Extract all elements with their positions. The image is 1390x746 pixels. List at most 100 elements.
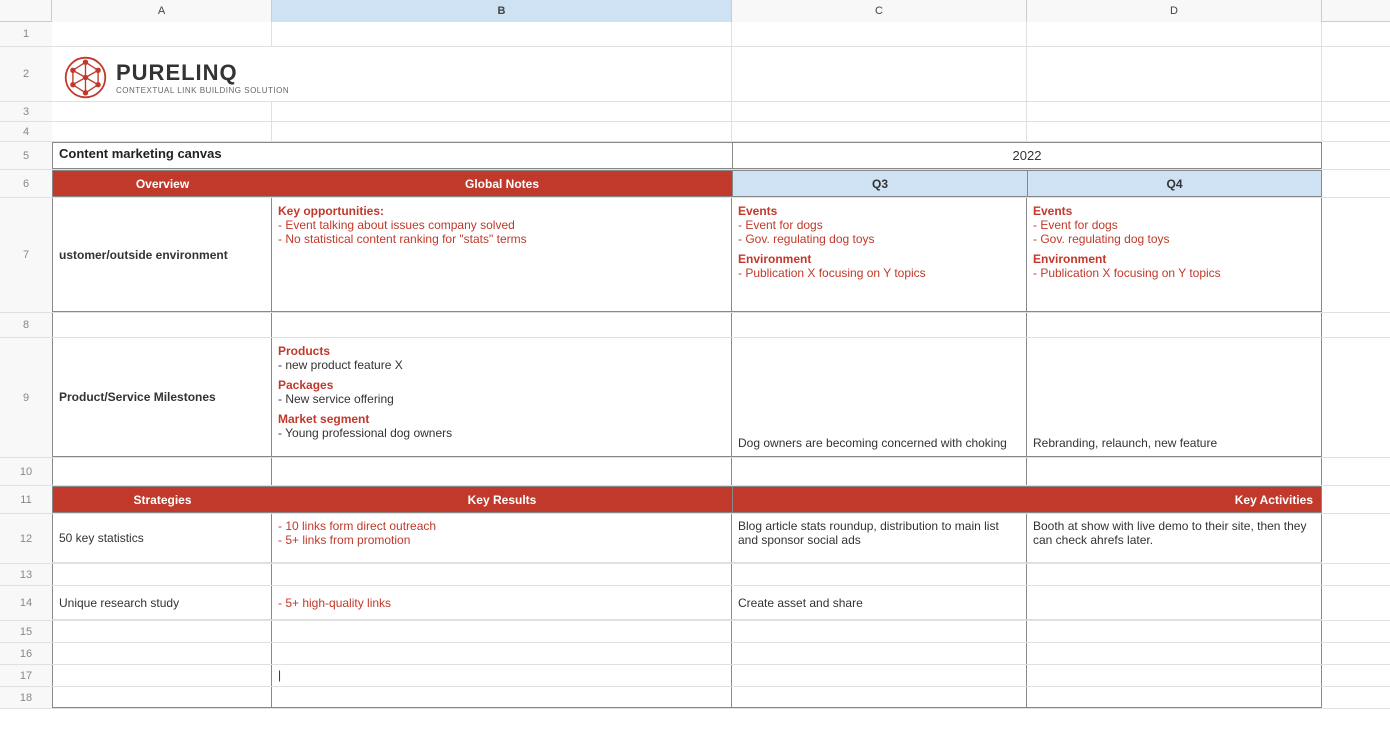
cell-16b: [272, 643, 732, 664]
row-num-17: 17: [0, 665, 52, 687]
q3-event2: - Gov. regulating dog toys: [738, 232, 1020, 246]
header-q4: Q4: [1027, 170, 1322, 197]
cell-8d: [1027, 313, 1322, 337]
cursor-indicator: |: [278, 668, 281, 682]
cell-14d: [1027, 586, 1322, 620]
row-num-14: 14: [0, 586, 52, 621]
row-14: Unique research study - 5+ high-quality …: [52, 586, 1390, 621]
cell-9a: Product/Service Milestones: [52, 338, 272, 457]
row-7: ustomer/outside environment Key opportun…: [52, 198, 1390, 313]
cell-7b[interactable]: Key opportunities: - Event talking about…: [272, 198, 732, 312]
header-overview: Overview: [52, 170, 272, 197]
cell-1a: [52, 22, 272, 46]
row-numbers: 1 2 3 4 5 6 7 8 9 10 11 12 13 14 15 16 1…: [0, 22, 52, 709]
cell-18c: [732, 687, 1027, 708]
cell-9d: Rebranding, relaunch, new feature: [1027, 338, 1322, 457]
cell-4b: [272, 122, 732, 141]
row-18: [52, 687, 1390, 709]
row-5: Content marketing canvas 2022: [52, 142, 1390, 170]
cell-17b[interactable]: |: [272, 665, 732, 686]
row-9: Product/Service Milestones Products - ne…: [52, 338, 1390, 458]
market-segment-label: Market segment: [278, 412, 725, 426]
cell-3a: [52, 102, 272, 121]
row-num-7: 7: [0, 198, 52, 313]
row-1: [52, 22, 1390, 47]
q3-event1: - Event for dogs: [738, 218, 1020, 232]
cell-10c: [732, 458, 1027, 485]
cell-10a: [52, 458, 272, 485]
products-item1: - new product feature X: [278, 358, 725, 372]
row-15: [52, 621, 1390, 643]
row-10: [52, 458, 1390, 486]
market-segment-item1: - Young professional dog owners: [278, 426, 725, 440]
row-num-15: 15: [0, 621, 52, 643]
q4-events-label: Events: [1033, 204, 1315, 218]
cell-3b: [272, 102, 732, 121]
cell-13c: [732, 564, 1027, 585]
key-opp-item1: - Event talking about issues company sol…: [278, 218, 725, 232]
cell-14c: Create asset and share: [732, 586, 1027, 620]
cell-9c: Dog owners are becoming concerned with c…: [732, 338, 1027, 457]
cell-15a: [52, 621, 272, 642]
cell-17d: [1027, 665, 1322, 686]
cell-2c: [732, 47, 1027, 101]
unique-research-label: Unique research study: [59, 596, 179, 610]
row-2: PURELINQ CONTEXTUAL LINK BUILDING SOLUTI…: [52, 47, 1390, 102]
cell-10b: [272, 458, 732, 485]
cell-18b: [272, 687, 732, 708]
row-num-3: 3: [0, 102, 52, 122]
row-num-18: 18: [0, 687, 52, 709]
row-num-13: 13: [0, 564, 52, 586]
q4-environment-label: Environment: [1033, 252, 1315, 266]
cell-10d: [1027, 458, 1322, 485]
q4-event1: - Event for dogs: [1033, 218, 1315, 232]
dog-owners-text: Dog owners are becoming concerned with c…: [738, 436, 1007, 450]
header-key-results: Key Results: [272, 486, 732, 513]
cell-17a: [52, 665, 272, 686]
header-key-activities: Key Activities: [732, 486, 1322, 513]
row-16: [52, 643, 1390, 665]
cell-12b[interactable]: - 10 links form direct outreach - 5+ lin…: [272, 514, 732, 563]
content-marketing-canvas-title: Content marketing canvas: [59, 146, 222, 161]
cell-14b[interactable]: - 5+ high-quality links: [272, 586, 732, 620]
row-num-16: 16: [0, 643, 52, 665]
cell-12a: 50 key statistics: [52, 514, 272, 563]
cell-13a: [52, 564, 272, 585]
cell-18a: [52, 687, 272, 708]
cell-16d: [1027, 643, 1322, 664]
cell-12c: Blog article stats roundup, distribution…: [732, 514, 1027, 563]
cell-14a: Unique research study: [52, 586, 272, 620]
logo-icon: [63, 55, 108, 100]
q3-events-label: Events: [738, 204, 1020, 218]
cell-5-title: Content marketing canvas: [52, 142, 732, 169]
col-header-b: B: [272, 0, 732, 22]
blog-article-text: Blog article stats roundup, distribution…: [738, 519, 999, 547]
row-17: |: [52, 665, 1390, 687]
rebranding-text: Rebranding, relaunch, new feature: [1033, 436, 1217, 450]
cell-9b[interactable]: Products - new product feature X Package…: [272, 338, 732, 457]
cell-17c: [732, 665, 1027, 686]
key-opportunities-label: Key opportunities:: [278, 204, 725, 218]
cell-15c: [732, 621, 1027, 642]
row-num-1: 1: [0, 22, 52, 47]
create-asset-text: Create asset and share: [738, 596, 863, 610]
cell-4d: [1027, 122, 1322, 141]
row-13: [52, 564, 1390, 586]
row-num-5: 5: [0, 142, 52, 170]
cell-8b: [272, 313, 732, 337]
row-11: Strategies Key Results Key Activities: [52, 486, 1390, 514]
cell-15d: [1027, 621, 1322, 642]
row-num-11: 11: [0, 486, 52, 514]
cell-3d: [1027, 102, 1322, 121]
product-milestones-label: Product/Service Milestones: [59, 390, 216, 404]
row-num-8: 8: [0, 313, 52, 338]
q3-env1: - Publication X focusing on Y topics: [738, 266, 1020, 280]
fifty-key-stats-label: 50 key statistics: [59, 531, 144, 545]
header-q3: Q3: [732, 170, 1027, 197]
links-outreach: - 10 links form direct outreach: [278, 519, 725, 533]
cell-4a: [52, 122, 272, 141]
cell-12d: Booth at show with live demo to their si…: [1027, 514, 1322, 563]
cell-1b: [272, 22, 732, 46]
col-header-a: A: [52, 0, 272, 22]
logo-subtitle: CONTEXTUAL LINK BUILDING SOLUTION: [116, 86, 289, 95]
